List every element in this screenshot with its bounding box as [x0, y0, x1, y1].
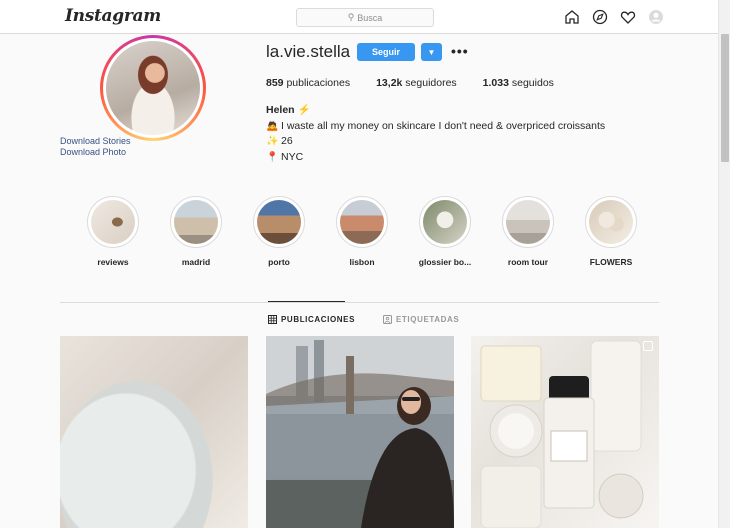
highlight-glossier[interactable]: glossier bo... — [415, 196, 475, 267]
highlight-label: room tour — [507, 257, 549, 267]
download-links: Download Stories Download Photo — [60, 136, 131, 158]
grid-icon — [268, 315, 277, 324]
multiple-images-icon — [643, 341, 653, 351]
suggestions-dropdown-button[interactable]: ▼ — [421, 43, 442, 61]
post-thumbnail[interactable] — [60, 336, 248, 528]
following-stat[interactable]: 1.033 seguidos — [483, 77, 554, 89]
posts-stat[interactable]: 859 publicaciones — [266, 77, 350, 89]
more-options-icon[interactable]: ••• — [451, 43, 469, 59]
avatar-photo — [106, 41, 200, 135]
scrollbar-thumb[interactable] — [721, 34, 729, 162]
nav-icons — [564, 9, 664, 25]
search-icon: ⚲ — [347, 12, 355, 22]
highlight-cover — [91, 200, 135, 244]
bio-line-2: 26 — [281, 135, 293, 147]
pin-emoji-icon: 📍 — [266, 151, 279, 163]
bio-line-1: I waste all my money on skincare I don't… — [281, 119, 606, 132]
tab-tagged[interactable]: ETIQUETADAS — [383, 315, 459, 324]
highlight-reviews[interactable]: reviews — [83, 196, 143, 267]
heart-icon[interactable] — [620, 9, 636, 25]
highlight-label: FLOWERS — [589, 257, 633, 267]
explore-icon[interactable] — [592, 9, 608, 25]
highlight-cover — [257, 200, 301, 244]
tab-posts[interactable]: PUBLICACIONES — [268, 315, 355, 324]
highlight-label: reviews — [97, 257, 129, 267]
home-icon[interactable] — [564, 9, 580, 25]
profile-avatar[interactable] — [100, 35, 206, 141]
profile-stats: 859 publicaciones 13,2k seguidores 1.033… — [266, 77, 580, 89]
highlight-room-tour[interactable]: room tour — [498, 196, 558, 267]
highlight-porto[interactable]: porto — [249, 196, 309, 267]
post-thumbnail[interactable] — [471, 336, 659, 528]
top-nav: Instagram ⚲ Busca — [0, 0, 718, 34]
highlight-cover — [589, 200, 633, 244]
chevron-down-icon: ▼ — [427, 47, 436, 57]
highlight-cover — [174, 200, 218, 244]
profile-icon[interactable] — [648, 9, 664, 25]
follow-button[interactable]: Seguir — [357, 43, 415, 61]
download-stories-link[interactable]: Download Stories — [60, 136, 131, 147]
scrollbar[interactable] — [718, 0, 730, 528]
profile-username: la.vie.stella — [266, 42, 351, 61]
highlight-madrid[interactable]: madrid — [166, 196, 226, 267]
post-thumbnail[interactable] — [266, 336, 454, 528]
tabs-divider — [60, 302, 659, 303]
highlight-label: porto — [268, 257, 290, 267]
person-bowing-emoji-icon: 🙇 — [266, 120, 279, 132]
highlight-cover — [340, 200, 384, 244]
highlight-flowers[interactable]: FLOWERS — [581, 196, 641, 267]
followers-stat[interactable]: 13,2k seguidores — [376, 77, 457, 89]
tagged-icon — [383, 315, 392, 324]
highlight-label: lisbon — [349, 257, 375, 267]
highlight-cover — [423, 200, 467, 244]
bio-line-3: NYC — [281, 150, 304, 163]
profile-name: Helen — [266, 104, 295, 116]
active-tab-indicator — [268, 301, 345, 302]
highlight-label: glossier bo... — [418, 257, 472, 267]
tab-tagged-label: ETIQUETADAS — [396, 315, 460, 324]
post-image-skincare — [480, 340, 644, 528]
highlight-label: madrid — [181, 257, 211, 267]
download-photo-link[interactable]: Download Photo — [60, 147, 131, 158]
search-input[interactable]: ⚲ Busca — [296, 8, 434, 27]
lightning-emoji-icon: ⚡ — [297, 104, 311, 116]
tab-posts-label: PUBLICACIONES — [281, 315, 356, 324]
search-placeholder: Busca — [357, 12, 383, 23]
instagram-logo[interactable]: Instagram — [65, 6, 161, 26]
profile-bio: Helen ⚡ 🙇 I waste all my money on skincar… — [266, 103, 605, 165]
sparkles-emoji-icon: ✨ — [266, 136, 279, 147]
post-image-bridge — [266, 336, 454, 528]
highlight-lisbon[interactable]: lisbon — [332, 196, 392, 267]
highlight-cover — [506, 200, 550, 244]
